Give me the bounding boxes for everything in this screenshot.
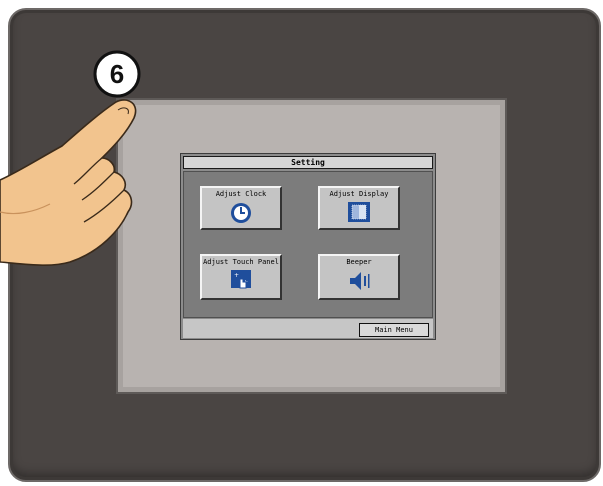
- beeper-label: Beeper: [346, 258, 372, 266]
- display-icon: [348, 202, 370, 222]
- adjust-touch-panel-button[interactable]: Adjust Touch Panel + +: [200, 254, 282, 300]
- main-menu-button[interactable]: Main Menu: [359, 323, 429, 337]
- step-number-badge: 6: [93, 50, 141, 98]
- screen-footer: Main Menu: [183, 319, 433, 338]
- touch-panel-icon: + +: [231, 270, 251, 289]
- clock-icon: [231, 203, 251, 223]
- hmi-screen: Setting Adjust Clock Adjust Display Adju…: [180, 153, 436, 340]
- step-number: 6: [110, 59, 124, 89]
- speaker-icon: [350, 272, 370, 290]
- settings-panel: Adjust Clock Adjust Display Adjust Touch…: [183, 171, 433, 318]
- adjust-clock-label: Adjust Clock: [215, 190, 267, 198]
- adjust-display-button[interactable]: Adjust Display: [318, 186, 400, 230]
- beeper-button[interactable]: Beeper: [318, 254, 400, 300]
- screen-title: Setting: [183, 156, 433, 169]
- adjust-clock-button[interactable]: Adjust Clock: [200, 186, 282, 230]
- svg-text:+: +: [234, 272, 239, 279]
- adjust-touch-panel-label: Adjust Touch Panel: [203, 258, 279, 266]
- adjust-display-label: Adjust Display: [329, 190, 389, 198]
- pointing-hand-icon: [0, 99, 137, 266]
